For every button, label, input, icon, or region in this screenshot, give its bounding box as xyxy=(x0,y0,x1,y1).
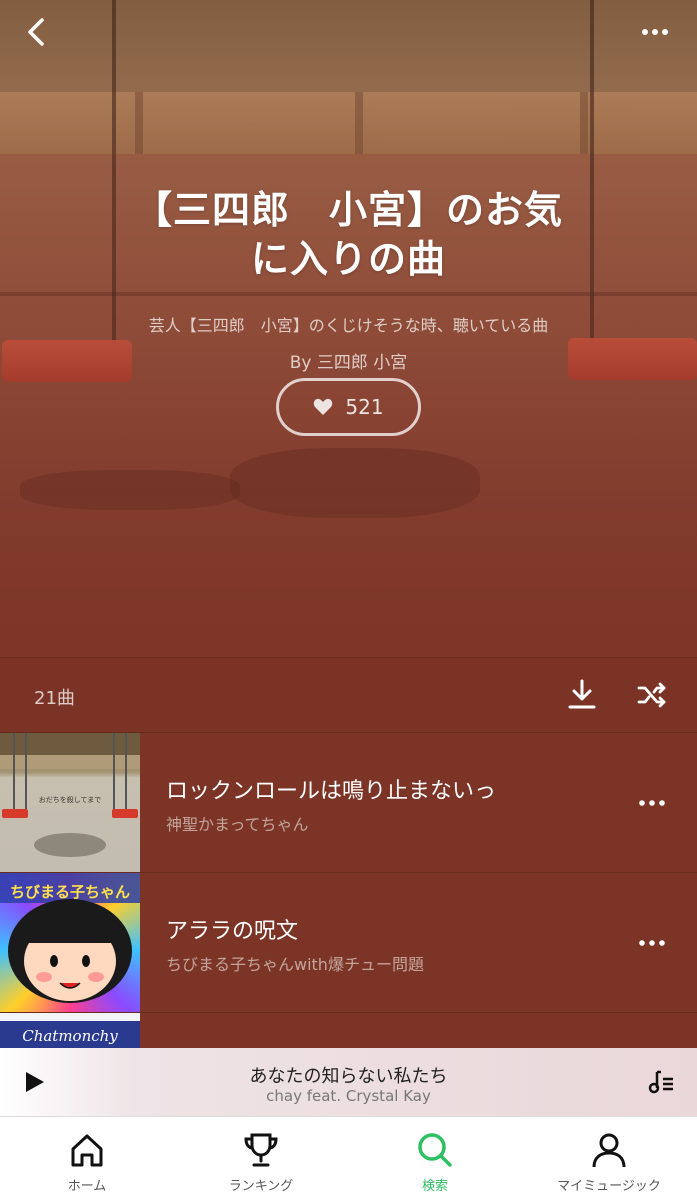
tab-search[interactable]: 検索 xyxy=(348,1117,522,1200)
download-button[interactable] xyxy=(566,678,598,712)
track-list-header: 21曲 xyxy=(0,657,697,732)
trophy-icon xyxy=(244,1133,278,1167)
playlist-header: 【三四郎 小宮】のお気 に入りの曲 芸人【三四郎 小宮】のくじけそうな時、聴いて… xyxy=(0,0,697,657)
tab-my-music[interactable]: マイミュージック xyxy=(522,1117,696,1200)
track-row[interactable]: Chatmonchy xyxy=(0,1012,697,1049)
back-button[interactable] xyxy=(22,14,54,50)
shuffle-button[interactable] xyxy=(636,679,668,711)
album-art-caption: Chatmonchy xyxy=(22,1027,118,1045)
album-art: ちびまる子ちゃん xyxy=(0,873,140,1013)
tab-label: 検索 xyxy=(421,1179,448,1194)
top-bar xyxy=(0,0,697,66)
mini-player[interactable]: あなたの知らない私たち chay feat. Crystal Kay xyxy=(0,1048,697,1116)
person-icon xyxy=(592,1133,626,1168)
playlist-author[interactable]: By 三四郎 小宮 xyxy=(20,348,677,373)
music-queue-icon xyxy=(648,1070,673,1094)
tab-label: ランキング xyxy=(228,1179,294,1194)
track-artist: ちびまる子ちゃんwith爆チュー問題 xyxy=(166,955,424,974)
tab-label: マイミュージック xyxy=(557,1179,661,1194)
track-row[interactable]: おだちを殺してまで ロックンロールは鳴り止まないっ 神聖かまってちゃん xyxy=(0,732,697,873)
tab-home[interactable]: ホーム xyxy=(0,1117,174,1200)
like-count: 521 xyxy=(345,395,384,419)
tab-label: ホーム xyxy=(67,1179,107,1194)
track-title: ロックンロールは鳴り止まないっ xyxy=(166,779,497,804)
track-more-button[interactable] xyxy=(635,789,669,817)
album-art: Chatmonchy xyxy=(0,1013,140,1049)
more-dots-icon xyxy=(639,800,665,806)
album-art-caption: おだちを殺してまで xyxy=(38,796,102,804)
playlist-description: 芸人【三四郎 小宮】のくじけそうな時、聴いている曲 xyxy=(148,316,549,335)
bottom-tab-bar: ホーム ランキング 検索 マイミュージック xyxy=(0,1116,697,1200)
tab-ranking[interactable]: ランキング xyxy=(174,1117,348,1200)
track-title: アララの呪文 xyxy=(166,919,299,944)
track-row[interactable]: ちびまる子ちゃん アララの呪文 ちびまる子ちゃんwith爆チュー問題 xyxy=(0,872,697,1013)
album-art: おだちを殺してまで xyxy=(0,733,140,873)
album-art-caption: ちびまる子ちゃん xyxy=(9,883,130,901)
track-count: 21曲 xyxy=(34,688,75,709)
track-artist: 神聖かまってちゃん xyxy=(166,815,309,834)
shuffle-icon xyxy=(637,682,666,708)
queue-button[interactable] xyxy=(647,1068,675,1096)
track-more-button[interactable] xyxy=(635,929,669,957)
playlist-title: 【三四郎 小宮】のお気 に入りの曲 xyxy=(133,188,563,281)
search-icon xyxy=(418,1133,452,1167)
like-button[interactable]: 521 xyxy=(276,378,421,436)
now-playing-title: あなたの知らない私たち xyxy=(249,1066,448,1087)
more-options-button[interactable] xyxy=(637,16,673,48)
chevron-left-icon xyxy=(28,18,44,46)
heart-icon xyxy=(314,398,333,415)
now-playing-artist: chay feat. Crystal Kay xyxy=(266,1087,431,1105)
home-icon xyxy=(71,1134,103,1167)
download-icon xyxy=(568,679,596,709)
more-dots-icon xyxy=(642,29,668,35)
more-dots-icon xyxy=(639,940,665,946)
